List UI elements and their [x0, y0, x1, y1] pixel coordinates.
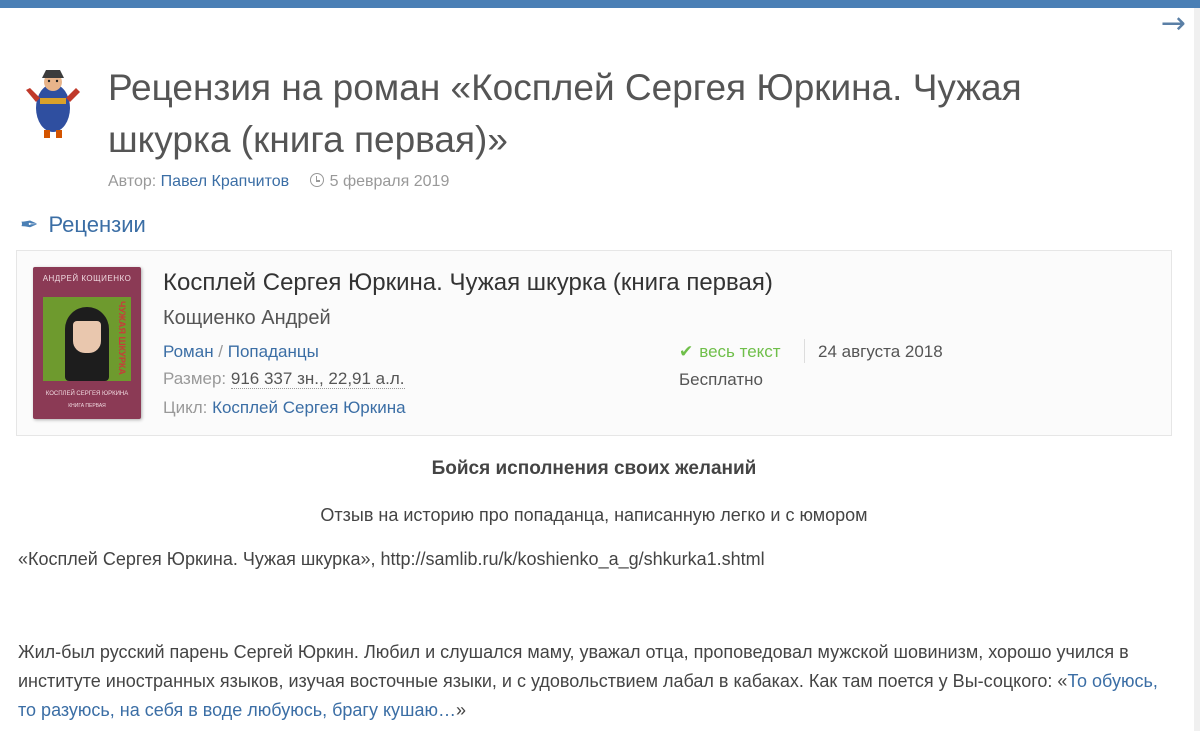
page-title: Рецензия на роман «Косплей Сергея Юркина… — [108, 67, 1022, 160]
category-label: Рецензии — [48, 212, 146, 237]
size-label: Размер: — [163, 369, 231, 388]
size-value: 916 337 зн., 22,91 а.л. — [230, 369, 405, 389]
paragraph-end: » — [456, 700, 467, 720]
check-icon: ✔ — [679, 342, 694, 362]
book-size: Размер: 916 337 зн., 22,91 а.л. — [163, 369, 405, 389]
feather-icon: ✒ — [20, 213, 39, 238]
divider — [804, 339, 805, 363]
book-card: АНДРЕЙ КОЩИЕНКО ЧУЖАЯ ШКУРКА КОСПЛЕЙ СЕР… — [16, 250, 1172, 436]
scrollbar[interactable] — [1194, 8, 1200, 731]
book-author[interactable]: Кощиенко Андрей — [163, 307, 331, 330]
fulltext-status: ✔ весь текст — [679, 342, 781, 362]
cover-series: КОСПЛЕЙ СЕРГЕЯ ЮРКИНА — [45, 391, 129, 397]
genre-separator: / — [213, 342, 228, 361]
book-cover[interactable]: АНДРЕЙ КОЩИЕНКО ЧУЖАЯ ШКУРКА КОСПЛЕЙ СЕР… — [33, 267, 141, 419]
cover-title: ЧУЖАЯ ШКУРКА — [117, 301, 127, 375]
review-subheading: Отзыв на историю про попаданца, написанн… — [320, 505, 868, 525]
clock-icon — [309, 173, 324, 187]
next-arrow-icon[interactable]: → — [1161, 6, 1186, 41]
source-reference: «Косплей Сергея Юркина. Чужая шкурка», h… — [18, 549, 765, 569]
subgenre-link[interactable]: Попаданцы — [228, 342, 319, 361]
review-paragraph: Жил-был русский парень Сергей Юркин. Люб… — [18, 638, 1168, 725]
author-link[interactable]: Павел Крапчитов — [161, 173, 289, 190]
fulltext-label: весь текст — [699, 342, 781, 361]
cover-subtitle: КНИГА ПЕРВАЯ — [68, 403, 106, 409]
cycle-link[interactable]: Косплей Сергея Юркина — [212, 398, 405, 417]
book-title[interactable]: Косплей Сергея Юркина. Чужая шкурка (кни… — [163, 269, 773, 297]
cover-image: ЧУЖАЯ ШКУРКА — [43, 297, 131, 381]
cover-figure-face — [73, 321, 101, 353]
cycle-label: Цикл: — [163, 398, 213, 417]
book-date: 24 августа 2018 — [818, 342, 943, 361]
book-price: Бесплатно — [679, 370, 763, 389]
avatar-illustration-icon — [26, 70, 80, 138]
paragraph-text: Жил-был русский парень Сергей Юркин. Люб… — [18, 642, 1129, 691]
author-label: Автор: — [108, 173, 157, 190]
article-meta: Автор: Павел Крапчитов 5 февраля 2019 — [108, 173, 449, 191]
book-genres: Роман / Попаданцы — [163, 342, 319, 362]
author-avatar[interactable] — [20, 68, 86, 140]
cover-author: АНДРЕЙ КОЩИЕНКО — [42, 274, 132, 283]
top-bar — [0, 0, 1200, 8]
genre-link[interactable]: Роман — [163, 342, 214, 361]
review-heading: Бойся исполнения своих желаний — [431, 458, 757, 479]
publish-date: 5 февраля 2019 — [329, 173, 450, 190]
category-link[interactable]: ✒ Рецензии — [20, 212, 146, 238]
book-cycle: Цикл: Косплей Сергея Юркина — [163, 398, 406, 418]
